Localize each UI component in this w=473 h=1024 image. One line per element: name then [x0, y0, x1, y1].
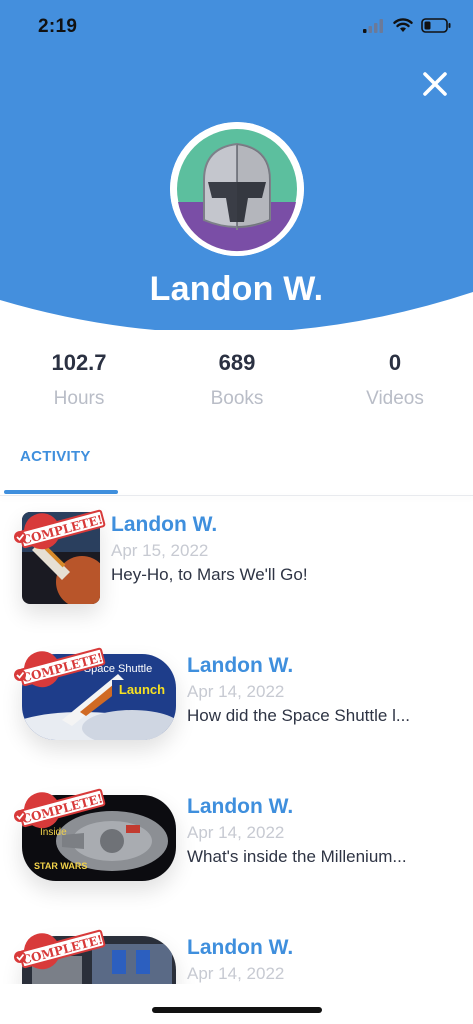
home-indicator[interactable] — [152, 1007, 322, 1013]
complete-badge: COMPLETE! — [14, 509, 106, 550]
bottom-safe-area — [0, 984, 473, 1024]
stat-value: 0 — [388, 350, 402, 375]
thumb-subtitle-text: STAR WARS — [34, 861, 87, 871]
knight-helmet-icon — [170, 122, 304, 256]
battery-icon — [421, 18, 451, 33]
complete-badge: COMPLETE! — [14, 647, 106, 688]
activity-date: Apr 14, 2022 — [187, 964, 285, 983]
stat-value: 102.7 — [51, 350, 107, 375]
avatar — [170, 122, 304, 256]
stat-hours: 102.7 Hours — [0, 350, 158, 410]
stat-label: Videos — [366, 388, 424, 409]
thumb-subtitle-text: Launch — [119, 682, 165, 697]
close-button[interactable] — [415, 64, 455, 104]
activity-user-name[interactable]: Landon W. — [187, 936, 293, 960]
wifi-icon — [393, 18, 413, 32]
activity-date: Apr 14, 2022 — [187, 823, 285, 842]
tab-activity[interactable]: ACTIVITY — [4, 440, 118, 496]
stat-value: 689 — [218, 350, 256, 375]
activity-item[interactable]: Inside STAR WARS COMPLETE! Landon W. Apr… — [0, 781, 473, 911]
stat-videos: 0 Videos — [316, 350, 473, 410]
activity-user-name[interactable]: Landon W. — [187, 654, 293, 678]
complete-badge: COMPLETE! — [14, 929, 106, 970]
activity-user-name[interactable]: Landon W. — [187, 795, 293, 819]
activity-description: What's inside the Millenium... — [187, 847, 407, 866]
stat-label: Hours — [53, 388, 105, 409]
activity-date: Apr 14, 2022 — [187, 682, 285, 701]
activity-user-name[interactable]: Landon W. — [111, 513, 217, 537]
cellular-signal-icon — [363, 18, 383, 33]
profile-name: Landon W. — [149, 270, 324, 308]
profile-header: 2:19 Landon W. — [0, 0, 473, 330]
stat-label: Books — [210, 388, 264, 409]
profile-stats: 102.7 Hours 689 Books 0 Videos — [0, 350, 473, 420]
activity-item[interactable]: COMPLETE! Landon W. Apr 14, 2022 — [0, 922, 473, 984]
activity-item[interactable]: COMPLETE! Landon W. Apr 15, 2022 Hey-Ho,… — [0, 505, 473, 635]
close-icon — [423, 72, 447, 96]
status-icons — [363, 18, 451, 33]
activity-date: Apr 15, 2022 — [111, 541, 209, 560]
status-time: 2:19 — [38, 16, 78, 37]
activity-description: How did the Space Shuttle l... — [187, 706, 411, 725]
activity-item[interactable]: Space Shuttle Launch COMPLETE! Landon W.… — [0, 640, 473, 770]
complete-badge: COMPLETE! — [14, 788, 106, 829]
activity-description: Hey-Ho, to Mars We'll Go! — [111, 565, 308, 584]
tab-activity-label: ACTIVITY — [20, 448, 91, 465]
status-bar: 2:19 — [0, 0, 473, 56]
stat-books: 689 Books — [158, 350, 316, 410]
tab-active-indicator — [4, 490, 118, 494]
tab-divider — [0, 495, 473, 496]
